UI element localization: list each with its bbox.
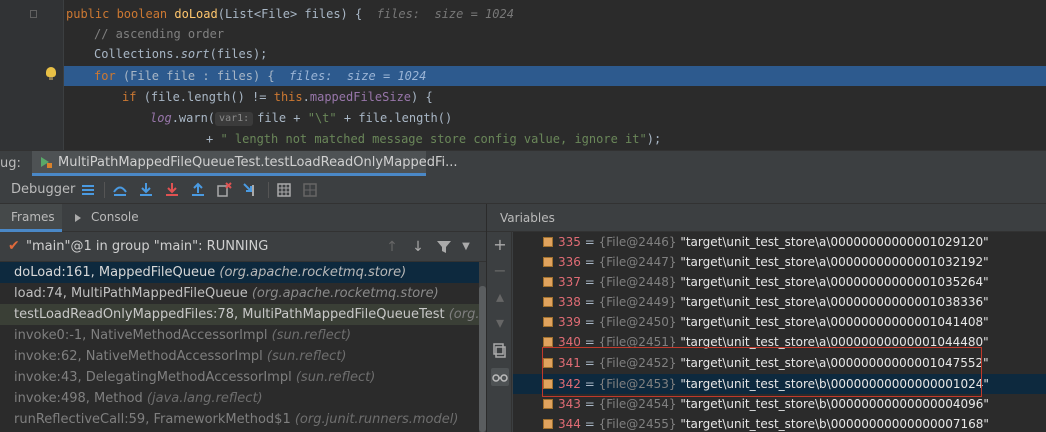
variable-item[interactable]: 337 = {File@2448} "target\unit_test_stor… [513, 272, 1046, 292]
frame-item[interactable]: invoke:62, NativeMethodAccessorImpl (sun… [0, 346, 480, 367]
code-line-log-warn: log.warn(var1: file + "\t" + file.length(… [150, 111, 453, 126]
debug-session-tab[interactable]: MultiPathMappedFileQueueTest.testLoadRea… [32, 151, 458, 176]
debug-tool-window-tabbar: ug: MultiPathMappedFileQueueTest.testLoa… [0, 150, 1046, 176]
variables-title: Variables [487, 204, 1046, 232]
fold-marker-icon[interactable] [30, 10, 37, 18]
frame-list: doLoad:161, MappedFileQueue (org.apache.… [0, 262, 480, 432]
frames-tabbar: Frames Console [0, 204, 486, 232]
inline-debug-value: files: size = 1024 [289, 69, 427, 83]
array-element-icon [543, 399, 553, 409]
code-line-if: if (file.length() != this.mappedFileSize… [122, 90, 433, 104]
step-over-icon[interactable] [112, 182, 128, 198]
variable-item[interactable]: 338 = {File@2449} "target\unit_test_stor… [513, 292, 1046, 312]
lightbulb-icon[interactable] [46, 67, 56, 80]
frame-up-icon[interactable]: ↑ [384, 239, 400, 255]
variables-panel: Variables + − ▴ ▾ 335 = {File@2446} "tar… [486, 204, 1046, 432]
array-element-icon [543, 337, 553, 347]
drop-frame-icon[interactable] [216, 182, 232, 198]
force-step-into-icon[interactable] [164, 182, 180, 198]
array-element-icon [543, 419, 553, 429]
toolbar-separator [104, 182, 105, 198]
filter-icon[interactable] [436, 239, 452, 255]
array-element-icon [543, 277, 553, 287]
variable-item[interactable]: 339 = {File@2450} "target\unit_test_stor… [513, 312, 1046, 332]
scrollbar-thumb[interactable] [479, 286, 486, 432]
variable-item[interactable]: 341 = {File@2452} "target\unit_test_stor… [513, 353, 1046, 373]
frame-item[interactable]: invoke:43, DelegatingMethodAccessorImpl … [0, 367, 480, 388]
frame-item[interactable]: doLoad:161, MappedFileQueue (org.apache.… [0, 262, 480, 283]
copy-icon[interactable] [491, 342, 509, 360]
debug-session-title: MultiPathMappedFileQueueTest.testLoadRea… [58, 155, 458, 170]
variables-side-toolbar: + − ▴ ▾ [487, 232, 512, 432]
variable-item[interactable]: 344 = {File@2455} "target\unit_test_stor… [513, 414, 1046, 432]
variable-item[interactable]: 343 = {File@2454} "target\unit_test_stor… [513, 394, 1046, 414]
execution-point-line[interactable]: for (File file : files) { files: size = … [64, 66, 1046, 86]
thread-selector[interactable]: ✔ "main"@1 in group "main": RUNNING ↑ ↓ … [0, 232, 486, 262]
chevron-down-icon[interactable]: ▼ [458, 239, 474, 255]
frame-item[interactable]: invoke:498, Method (java.lang.reflect) [0, 388, 480, 409]
step-into-icon[interactable] [138, 182, 154, 198]
test-run-icon [41, 157, 52, 168]
move-down-icon[interactable]: ▾ [491, 314, 509, 332]
tab-frames[interactable]: Frames [0, 204, 62, 232]
frames-scrollbar[interactable] [479, 262, 486, 432]
editor-gutter[interactable] [0, 0, 64, 150]
thread-status: "main"@1 in group "main": RUNNING [26, 239, 269, 254]
code-line-concat: + " length not matched message store con… [206, 132, 662, 146]
tab-console[interactable]: Console [62, 204, 152, 232]
debug-tool-label: ug: [0, 156, 21, 171]
frames-panel: Frames Console ✔ "main"@1 in group "main… [0, 204, 486, 432]
inline-debug-value: files: size = 1024 [376, 7, 514, 21]
checkmark-icon: ✔ [8, 238, 20, 254]
debugger-title: Debugger [11, 182, 76, 197]
frame-item[interactable]: load:74, MultiPathMappedFileQueue (org.a… [0, 283, 480, 304]
glasses-icon[interactable] [491, 368, 509, 386]
array-element-icon [543, 257, 553, 267]
step-out-icon[interactable] [190, 182, 206, 198]
array-element-icon [543, 317, 553, 327]
trace-icon[interactable] [302, 182, 318, 198]
parameter-hint: var1: [215, 112, 254, 126]
frame-down-icon[interactable]: ↓ [410, 239, 426, 255]
array-element-icon [543, 379, 553, 389]
evaluate-expression-icon[interactable] [276, 182, 292, 198]
variables-tree: 335 = {File@2446} "target\unit_test_stor… [513, 232, 1046, 432]
remove-watch-icon[interactable]: − [491, 262, 509, 280]
frame-item[interactable]: testLoadReadOnlyMappedFiles:78, MultiPat… [0, 304, 480, 325]
variable-item-selected[interactable]: 342 = {File@2453} "target\unit_test_stor… [513, 374, 1046, 394]
code-line-comment: // ascending order [94, 27, 225, 41]
variable-item[interactable]: 336 = {File@2447} "target\unit_test_stor… [513, 252, 1046, 272]
array-element-icon [543, 297, 553, 307]
show-execution-point-icon[interactable] [80, 182, 96, 198]
frame-item[interactable]: invoke0:-1, NativeMethodAccessorImpl (su… [0, 325, 480, 346]
frame-item[interactable]: runReflectiveCall:59, FrameworkMethod$1 … [0, 409, 480, 430]
run-to-cursor-icon[interactable] [242, 182, 258, 198]
array-element-icon [543, 358, 553, 368]
console-icon [75, 214, 81, 222]
toolbar-separator [268, 182, 269, 198]
array-element-icon [543, 237, 553, 247]
move-up-icon[interactable]: ▴ [491, 288, 509, 306]
code-editor[interactable]: public boolean doLoad(List<File> files) … [0, 0, 1046, 150]
debugger-toolbar: Debugger [0, 176, 1046, 204]
variable-item[interactable]: 340 = {File@2451} "target\unit_test_stor… [513, 332, 1046, 352]
code-line-sort: Collections.sort(files); [94, 47, 268, 61]
add-watch-icon[interactable]: + [491, 236, 509, 254]
variable-item[interactable]: 335 = {File@2446} "target\unit_test_stor… [513, 232, 1046, 252]
code-line-method-signature: public boolean doLoad(List<File> files) … [66, 7, 514, 21]
